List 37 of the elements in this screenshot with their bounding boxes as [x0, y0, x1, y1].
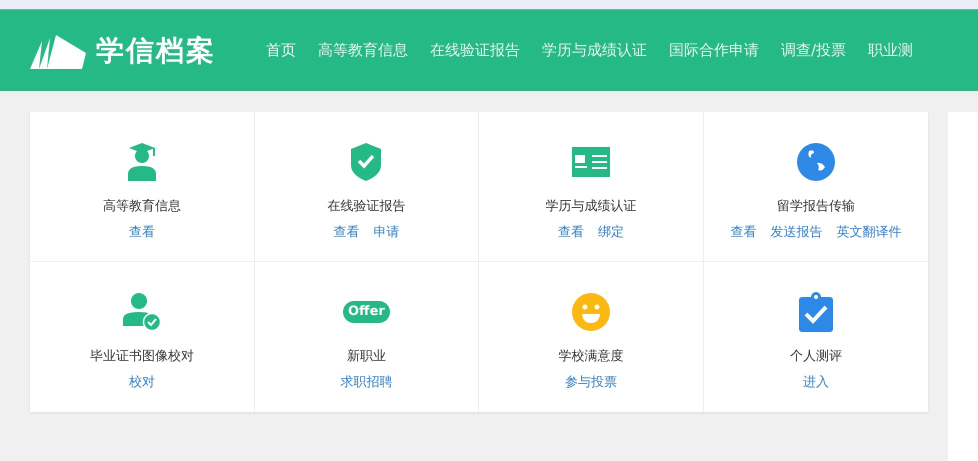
nav-link[interactable]: 高等教育信息 — [307, 10, 419, 91]
tile-link[interactable]: 绑定 — [598, 223, 624, 242]
clipboard-check-icon — [799, 292, 834, 332]
id-card-icon — [572, 147, 610, 177]
nav-link[interactable]: 首页 — [255, 10, 307, 91]
nav-link[interactable]: 国际合作申请 — [658, 10, 770, 91]
nav-link[interactable]: 在线验证报告 — [419, 10, 531, 91]
logo-text: 学信档案 — [96, 32, 216, 68]
tile-title: 留学报告传输 — [777, 198, 856, 216]
nav-link[interactable]: 学历与成绩认证 — [531, 10, 658, 91]
tile-link[interactable]: 求职招聘 — [340, 373, 392, 392]
tile-link[interactable]: 查看 — [333, 223, 360, 242]
tile-title: 新职业 — [346, 348, 386, 366]
tile-link[interactable]: 申请 — [373, 223, 400, 242]
tile-link[interactable]: 查看 — [730, 223, 757, 242]
tile-link[interactable]: 参与投票 — [564, 373, 617, 392]
smiley-icon — [572, 293, 610, 331]
tile-title: 高等教育信息 — [102, 198, 181, 216]
shield-check-icon — [351, 143, 382, 181]
tile-link[interactable]: 校对 — [128, 373, 155, 392]
tile-link[interactable]: 进入 — [803, 373, 830, 392]
offer-icon: Offer — [342, 301, 390, 323]
tile-link[interactable]: 英文翻译件 — [836, 223, 902, 242]
nav-link[interactable]: 调查/投票 — [770, 10, 858, 91]
logo-icon — [30, 32, 88, 68]
tile-title: 学校满意度 — [558, 348, 624, 366]
graduate-icon — [126, 143, 157, 181]
tile-title: 个人测评 — [790, 348, 842, 366]
tile-title: 毕业证书图像校对 — [90, 348, 194, 366]
user-check-icon — [122, 293, 161, 331]
nav-link[interactable]: 职业测 — [857, 10, 924, 91]
tile-link[interactable]: 查看 — [558, 223, 584, 242]
tile-link[interactable]: 查看 — [128, 223, 155, 242]
globe-icon — [797, 143, 836, 181]
tile-title: 学历与成绩认证 — [545, 198, 636, 216]
tile-link[interactable]: 发送报告 — [770, 223, 823, 242]
tile-title: 在线验证报告 — [327, 198, 406, 216]
